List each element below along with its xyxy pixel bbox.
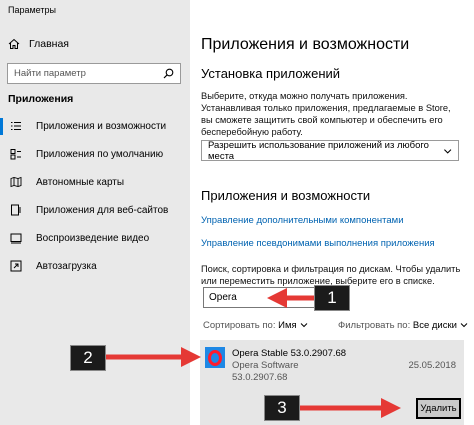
sidebar-item-default-apps[interactable]: Приложения по умолчанию — [0, 140, 190, 168]
install-source-value: Разрешить использование приложений из лю… — [208, 139, 429, 162]
map-icon — [10, 176, 22, 188]
sidebar-item-label: Приложения и возможности — [36, 120, 167, 132]
app-list-item[interactable]: Opera Stable 53.0.2907.68 Opera Software… — [200, 340, 464, 425]
page-title: Приложения и возможности — [201, 36, 410, 53]
uninstall-button[interactable]: Удалить — [416, 398, 461, 419]
filter-label: Фильтровать по: — [338, 320, 411, 331]
home-icon — [8, 38, 20, 49]
apps-heading: Приложения и возможности — [201, 188, 371, 203]
opera-app-icon — [205, 347, 225, 368]
app-search-value: Opera — [209, 292, 237, 303]
sidebar-item-apps-features[interactable]: Приложения и возможности — [0, 112, 190, 140]
filter-dropdown[interactable]: Фильтровать по: Все диски — [338, 320, 468, 331]
main-panel: Приложения и возможности Установка прило… — [190, 0, 474, 425]
callout-badge-1: 1 — [314, 285, 350, 311]
sort-dropdown[interactable]: Сортировать по: Имя — [203, 320, 308, 331]
optional-features-link[interactable]: Управление дополнительными компонентами — [201, 215, 404, 226]
install-description: Выберите, откуда можно получать приложен… — [201, 91, 451, 137]
sort-label: Сортировать по: — [203, 320, 276, 331]
web-app-icon — [10, 204, 22, 216]
callout-badge-2: 2 — [70, 345, 106, 371]
sidebar-nav: Приложения и возможности Приложения по у… — [0, 112, 190, 280]
home-label: Главная — [29, 38, 69, 50]
app-name: Opera Stable 53.0.2907.68 — [232, 348, 347, 359]
sidebar-section-heading: Приложения — [8, 93, 74, 105]
app-publisher: Opera Software — [232, 360, 299, 371]
sidebar-item-label: Автономные карты — [36, 176, 125, 188]
chevron-down-icon — [460, 323, 468, 328]
sort-value: Имя — [278, 320, 297, 331]
settings-search-input[interactable] — [14, 68, 154, 79]
startup-icon — [10, 260, 22, 272]
search-icon[interactable] — [163, 68, 174, 79]
list-icon — [10, 120, 22, 132]
search-description: Поиск, сортировка и фильтрация по дискам… — [201, 264, 461, 286]
sidebar-item-label: Автозагрузка — [36, 260, 97, 272]
app-version: 53.0.2907.68 — [232, 372, 288, 383]
home-link[interactable]: Главная — [8, 37, 69, 51]
sidebar-item-label: Воспроизведение видео — [36, 232, 150, 244]
sidebar-item-startup[interactable]: Автозагрузка — [0, 252, 190, 280]
app-install-date: 25.05.2018 — [408, 360, 456, 371]
default-apps-icon — [10, 148, 22, 160]
settings-search[interactable] — [7, 63, 181, 84]
sidebar-item-web-apps[interactable]: Приложения для веб-сайтов — [0, 196, 190, 224]
window-title: Параметры — [8, 5, 56, 15]
sidebar-item-label: Приложения по умолчанию — [36, 148, 164, 160]
install-heading: Установка приложений — [201, 66, 341, 81]
video-icon — [10, 232, 22, 244]
callout-badge-3: 3 — [264, 395, 300, 421]
app-aliases-link[interactable]: Управление псевдонимами выполнения прило… — [201, 238, 435, 249]
sidebar-item-offline-maps[interactable]: Автономные карты — [0, 168, 190, 196]
chevron-down-icon — [443, 148, 451, 154]
filter-value: Все диски — [412, 320, 457, 331]
sidebar-item-label: Приложения для веб-сайтов — [36, 204, 169, 216]
chevron-down-icon — [300, 323, 307, 328]
sidebar-item-video-playback[interactable]: Воспроизведение видео — [0, 224, 190, 252]
install-source-dropdown[interactable]: Разрешить использование приложений из лю… — [201, 139, 459, 162]
